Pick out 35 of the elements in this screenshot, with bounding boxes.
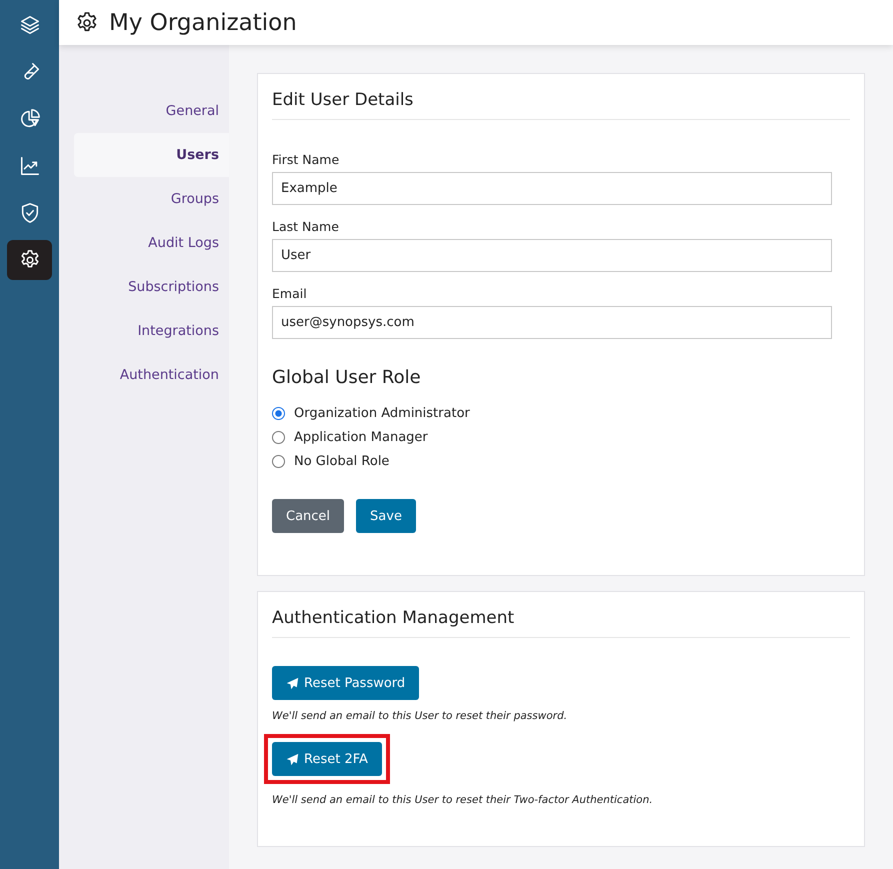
nav-link[interactable]: Authentication bbox=[74, 353, 229, 397]
layers-icon bbox=[18, 14, 40, 36]
radio-label: Organization Administrator bbox=[294, 406, 470, 421]
save-button[interactable]: Save bbox=[356, 499, 416, 533]
nav-link[interactable]: Groups bbox=[74, 177, 229, 221]
field-label: Last Name bbox=[272, 219, 340, 234]
radio-label: No Global Role bbox=[294, 454, 390, 469]
reset-button[interactable]: Reset 2FA bbox=[272, 742, 382, 776]
radio-button[interactable] bbox=[272, 455, 285, 468]
input-field[interactable]: user@synopsys.com bbox=[272, 306, 832, 339]
nav-button[interactable] bbox=[7, 240, 52, 280]
line-chart-icon bbox=[18, 155, 40, 177]
card-title: Authentication Management bbox=[272, 606, 850, 638]
paper-plane-icon bbox=[286, 676, 299, 690]
field-label: Email bbox=[272, 286, 308, 301]
nav-link[interactable]: Users bbox=[74, 133, 229, 177]
section-heading: Global User Role bbox=[272, 367, 422, 388]
paper-plane-icon bbox=[286, 752, 299, 766]
nav-link[interactable]: Subscriptions bbox=[74, 265, 229, 309]
card-title: Edit User Details bbox=[272, 88, 850, 120]
nav-link[interactable]: Integrations bbox=[74, 309, 229, 353]
help-text: We'll send an email to this User to reset their password. bbox=[272, 710, 568, 722]
radio-button[interactable] bbox=[272, 431, 285, 444]
reset-button[interactable]: Reset Password bbox=[272, 666, 420, 700]
radio-label: Application Manager bbox=[294, 430, 428, 445]
input-field[interactable]: Example bbox=[272, 172, 832, 205]
page-title: My Organization bbox=[109, 10, 297, 36]
input-field[interactable]: User bbox=[272, 239, 832, 272]
nav-link[interactable]: Audit Logs bbox=[74, 221, 229, 265]
cancel-button[interactable]: Cancel bbox=[272, 499, 344, 533]
pie-chart-icon bbox=[18, 108, 40, 130]
field-label: First Name bbox=[272, 152, 340, 167]
nav-link[interactable]: General bbox=[74, 89, 229, 133]
help-text: We'll send an email to this User to reset their Two-factor Authentication. bbox=[272, 794, 653, 806]
radio-button[interactable] bbox=[272, 407, 285, 420]
